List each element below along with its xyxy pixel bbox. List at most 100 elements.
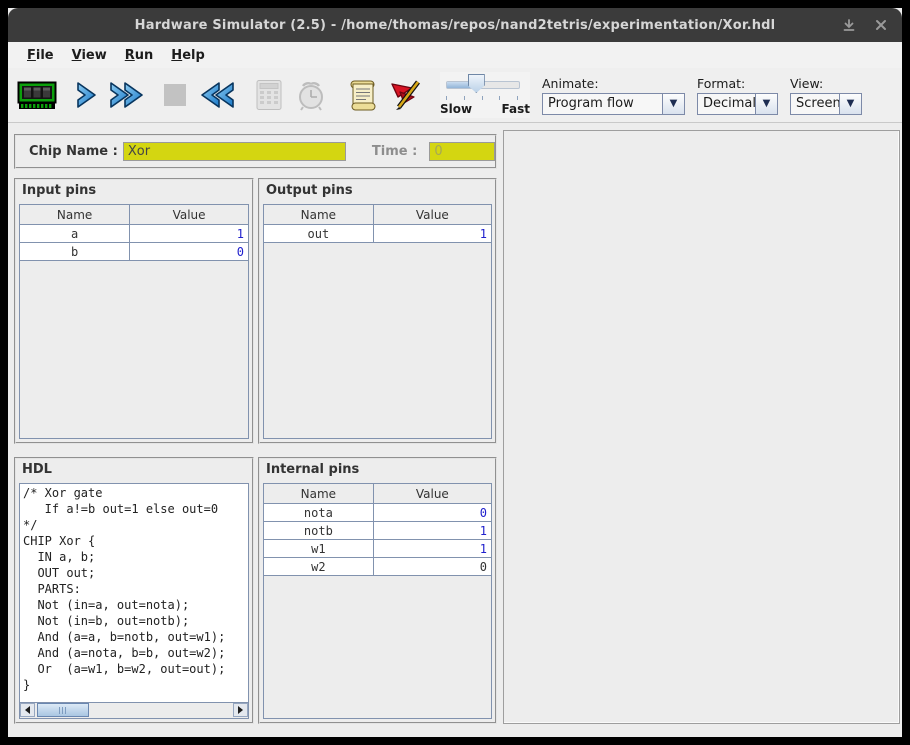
minimize-icon[interactable] [840,16,858,34]
single-step-button[interactable] [64,72,106,118]
pin-name: w2 [264,558,373,576]
scroll-right-arrow-icon[interactable] [233,703,248,717]
pin-name: out [264,225,373,243]
screen-view-panel [503,130,900,724]
pin-name: a [20,225,130,243]
time-field: 0 [429,142,495,161]
view-value: Screen [791,94,839,114]
clock-button [290,72,332,118]
hdl-code: /* Xor gate If a!=b out=1 else out=0 */ … [20,484,248,694]
menu-view[interactable]: View [63,45,116,66]
pin-value[interactable]: 0 [130,243,248,261]
pin-row: out1 [264,225,491,243]
pin-row: w20 [264,558,491,576]
internal-pins-title: Internal pins [260,459,495,479]
pin-value: 1 [373,522,491,540]
rewind-icon [197,80,237,110]
pin-row: a1 [20,225,248,243]
time-label: Time : [372,144,417,159]
hdl-title: HDL [16,459,252,479]
stop-square-icon [162,82,188,108]
window-controls [840,8,890,42]
close-icon[interactable] [872,16,890,34]
chevron-down-icon: ▼ [662,94,684,114]
window-title: Hardware Simulator (2.5) - /home/thomas/… [135,18,776,33]
step-forward-icon [71,80,99,110]
pin-row: b0 [20,243,248,261]
alarm-clock-icon [295,78,327,112]
output-pins-title: Output pins [260,180,495,200]
slider-slow-label: Slow [440,102,472,116]
format-select[interactable]: Decimal ▼ [697,93,778,115]
animate-label: Animate: [542,76,685,91]
pin-value: 1 [373,540,491,558]
column-header-value: Value [373,484,491,504]
column-header-value: Value [373,205,491,225]
slider-fast-label: Fast [502,102,530,116]
scroll-icon [347,78,379,112]
menu-file[interactable]: File [18,45,63,66]
chip-name-label: Chip Name : [29,144,118,159]
hdl-panel: HDL /* Xor gate If a!=b out=1 else out=0… [14,457,254,724]
chip-header-panel: Chip Name : Xor Time : 0 [14,134,497,169]
breakpoints-button[interactable] [384,72,426,118]
format-control: Format: Decimal ▼ [697,76,778,115]
pin-value[interactable]: 1 [130,225,248,243]
column-header-name: Name [264,484,373,504]
calculator-button [248,72,290,118]
chip-name-field[interactable]: Xor [123,142,346,161]
reset-button[interactable] [196,72,238,118]
hdl-code-view: /* Xor gate If a!=b out=1 else out=0 */ … [19,483,249,719]
animate-control: Animate: Program flow ▼ [542,76,685,115]
pin-name: b [20,243,130,261]
stop-button [154,72,196,118]
internal-pins-panel: Internal pins Name Value nota0notb1w11w2… [258,457,497,724]
app-window: Hardware Simulator (2.5) - /home/thomas/… [8,8,902,737]
animate-value: Program flow [543,94,662,114]
column-header-name: Name [20,205,130,225]
pin-name: w1 [264,540,373,558]
load-chip-button[interactable] [16,72,58,118]
animate-select[interactable]: Program flow ▼ [542,93,685,115]
fast-forward-icon [107,80,147,110]
menu-run[interactable]: Run [116,45,163,66]
toolbar: Slow Fast Animate: Program flow ▼ Format… [8,68,902,123]
window-titlebar: Hardware Simulator (2.5) - /home/thomas/… [8,8,902,42]
pin-value: 0 [373,558,491,576]
chevron-down-icon: ▼ [755,94,777,114]
view-select[interactable]: Screen ▼ [790,93,862,115]
pin-value: 1 [373,225,491,243]
main-content: Chip Name : Xor Time : 0 Input pins Name… [8,123,902,737]
scroll-left-arrow-icon[interactable] [20,703,35,717]
speed-slider: Slow Fast [440,72,530,118]
pin-name: notb [264,522,373,540]
flag-pen-icon [387,78,423,112]
input-pins-title: Input pins [16,180,252,200]
chevron-down-icon: ▼ [839,94,861,114]
calculator-icon [254,78,284,112]
output-pins-panel: Output pins Name Value out1 [258,178,497,444]
input-pins-table: Name Value a1b0 [19,204,249,439]
internal-pins-table: Name Value nota0notb1w11w20 [263,483,492,719]
output-pins-table: Name Value out1 [263,204,492,439]
memory-chip-icon [17,79,57,111]
scrollbar-thumb[interactable] [37,703,89,717]
format-value: Decimal [698,94,755,114]
run-button[interactable] [106,72,148,118]
view-control: View: Screen ▼ [790,76,862,115]
menu-help[interactable]: Help [162,45,213,66]
slider-thumb[interactable] [468,74,485,93]
pin-row: notb1 [264,522,491,540]
input-pins-panel: Input pins Name Value a1b0 [14,178,254,444]
format-label: Format: [697,76,778,91]
pin-row: nota0 [264,504,491,522]
slider-ticks [446,96,518,100]
column-header-value: Value [130,205,248,225]
view-label: View: [790,76,862,91]
column-header-name: Name [264,205,373,225]
menu-bar: File View Run Help [8,42,902,68]
pin-row: w11 [264,540,491,558]
view-hdl-button[interactable] [342,72,384,118]
pin-name: nota [264,504,373,522]
hdl-horizontal-scrollbar[interactable] [20,702,248,718]
